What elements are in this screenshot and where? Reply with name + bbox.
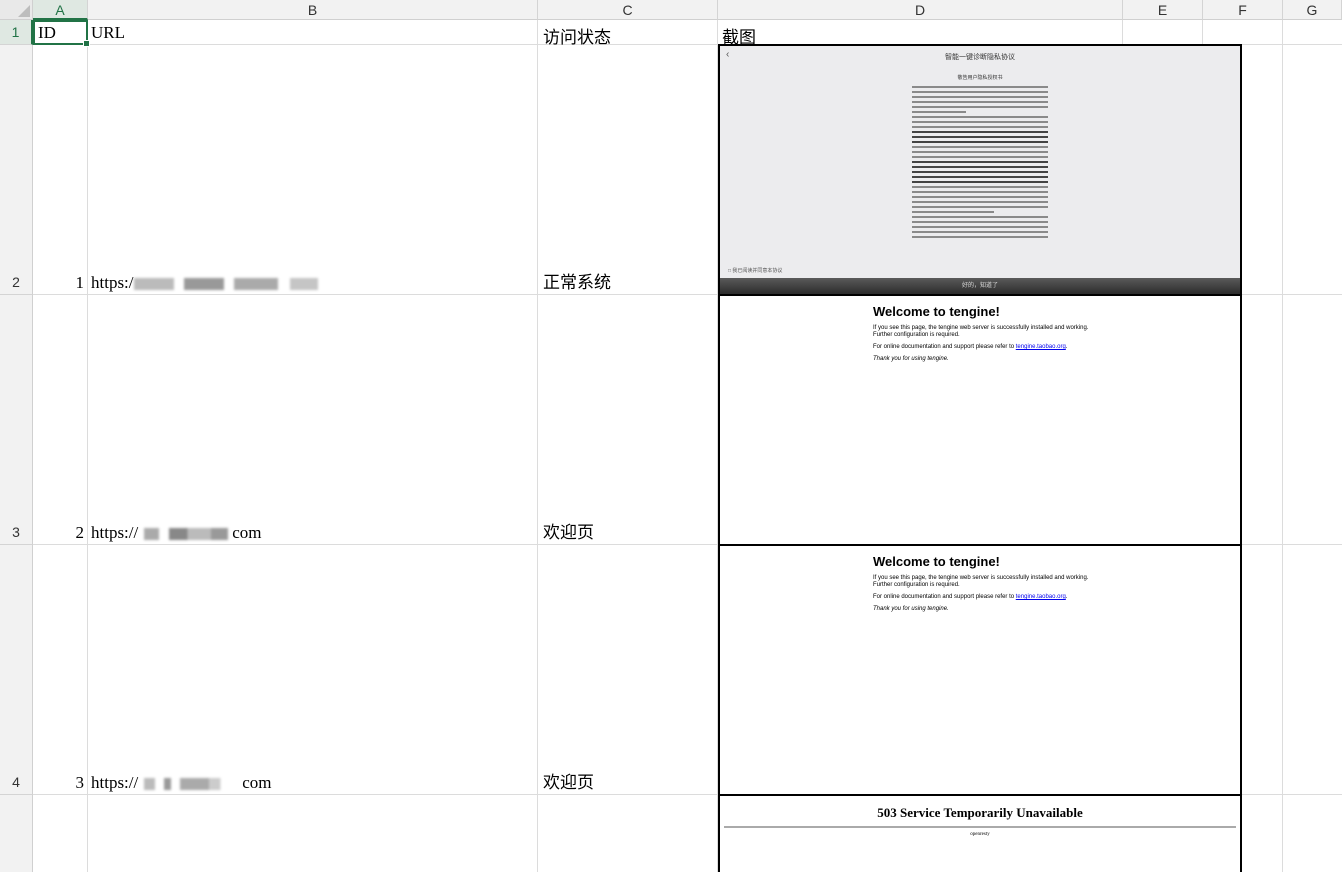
shot-text-block — [912, 86, 1048, 241]
redacted-url-blur — [133, 278, 334, 291]
cell-a4[interactable]: 3 — [60, 773, 85, 793]
tengine-link: tengine.taobao.org — [1015, 344, 1066, 350]
column-header-c[interactable]: C — [538, 0, 718, 20]
row-header-2[interactable]: 2 — [0, 45, 33, 295]
error-503-title: 503 Service Temporarily Unavailable — [877, 805, 1083, 820]
row-header-2-label: 2 — [12, 274, 20, 290]
tengine-para2: For online documentation and support ple… — [873, 344, 1068, 350]
shot-subtitle: 敬告用户隐私授权书 — [957, 75, 1003, 81]
tengine-heading: Welcome to tengine! — [873, 304, 1000, 319]
shot-checkbox-label: □ 我已阅读并同意本协议 — [728, 268, 783, 274]
url-prefix: https:// — [91, 523, 139, 542]
redacted-url-blur — [144, 528, 229, 541]
url-suffix: com — [232, 523, 262, 542]
cell-b1[interactable]: URL — [91, 23, 125, 43]
error-503-divider — [724, 826, 1236, 828]
gridline — [537, 20, 538, 872]
cell-c3[interactable]: 欢迎页 — [543, 523, 594, 543]
error-503-server: openresty — [970, 832, 990, 837]
row-header-3[interactable]: 3 — [0, 295, 33, 545]
tengine-para1: If you see this page, the tengine web se… — [873, 575, 1089, 588]
column-header-e[interactable]: E — [1123, 0, 1203, 20]
column-header-a[interactable]: A — [33, 0, 88, 20]
column-header-f[interactable]: F — [1203, 0, 1283, 20]
row-header-4-label: 4 — [12, 774, 20, 790]
active-cell-selection — [33, 20, 90, 47]
screenshot-503-error[interactable]: 503 Service Temporarily Unavailable open… — [718, 794, 1242, 872]
tengine-para2-text: For online documentation and support ple… — [873, 344, 1016, 350]
gridline — [1282, 20, 1283, 872]
cell-c2[interactable]: 正常系统 — [543, 273, 611, 293]
cell-b4[interactable]: https:// com — [91, 773, 272, 793]
screenshot-privacy-agreement[interactable]: ‹ 智能一键诊断隐私协议 敬告用户隐私授权书 □ 我已阅读并同意本协议 好的，知… — [718, 44, 1242, 296]
row-header-3-label: 3 — [12, 524, 20, 540]
cell-b2[interactable]: https:/ — [91, 273, 334, 293]
select-all-triangle-icon — [18, 5, 30, 17]
tengine-page: Welcome to tengine! If you see this page… — [873, 554, 1093, 618]
tengine-thanks: Thank you for using tengine. — [873, 606, 949, 612]
screenshot-tengine-welcome[interactable]: Welcome to tengine! If you see this page… — [718, 294, 1242, 546]
cell-c1[interactable]: 访问状态 — [543, 23, 611, 48]
cell-c4[interactable]: 欢迎页 — [543, 773, 594, 793]
tengine-para1: If you see this page, the tengine web se… — [873, 325, 1089, 338]
shot-confirm-button: 好的，知道了 — [720, 278, 1240, 294]
column-header-g[interactable]: G — [1283, 0, 1342, 20]
column-header-d[interactable]: D — [718, 0, 1123, 20]
tengine-heading: Welcome to tengine! — [873, 554, 1000, 569]
cell-a2[interactable]: 1 — [60, 273, 85, 293]
tengine-link: tengine.taobao.org — [1015, 594, 1066, 600]
shot-title: 智能一键诊断隐私协议 — [945, 54, 1015, 61]
tengine-page: Welcome to tengine! If you see this page… — [873, 304, 1093, 368]
gridline — [87, 20, 88, 872]
select-all-corner[interactable] — [0, 0, 33, 20]
row-header-1-label: 1 — [11, 24, 20, 40]
tengine-thanks: Thank you for using tengine. — [873, 356, 949, 362]
url-prefix: https:// — [91, 773, 139, 792]
row-header-5[interactable] — [0, 795, 33, 872]
cell-a3[interactable]: 2 — [60, 523, 85, 543]
row-header-4[interactable]: 4 — [0, 545, 33, 795]
url-prefix: https:/ — [91, 273, 134, 292]
url-suffix: com — [242, 773, 272, 792]
tengine-para2: For online documentation and support ple… — [873, 594, 1068, 600]
tengine-para2-text: For online documentation and support ple… — [873, 594, 1016, 600]
fill-handle[interactable] — [83, 40, 90, 47]
shot-checkbox-text: 我已阅读并同意本协议 — [732, 268, 783, 274]
redacted-url-blur — [144, 778, 235, 791]
column-header-b[interactable]: B — [88, 0, 538, 20]
row-header-1[interactable]: 1 — [0, 20, 33, 45]
screenshot-tengine-welcome-2[interactable]: Welcome to tengine! If you see this page… — [718, 544, 1242, 796]
cell-b3[interactable]: https:// com — [91, 523, 262, 543]
